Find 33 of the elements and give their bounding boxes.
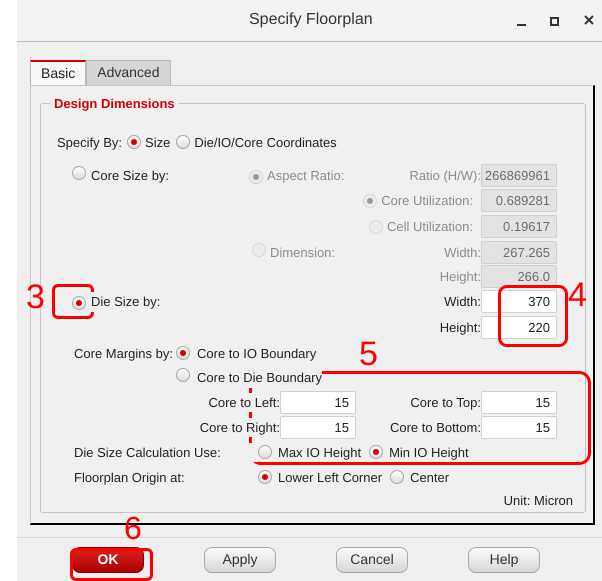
- margin-field[interactable]: 15: [280, 416, 356, 439]
- annotation-number: 4: [568, 278, 587, 312]
- radio-button[interactable]: [72, 296, 86, 310]
- field-label: Core to Die Boundary: [197, 368, 322, 388]
- field-label: Die Size Calculation Use:: [74, 442, 258, 462]
- dialog-button[interactable]: Help: [468, 546, 540, 573]
- annotation-number: 5: [359, 337, 378, 371]
- annotation-box: [498, 285, 568, 347]
- tab[interactable]: Basic: [30, 60, 86, 85]
- margin-field[interactable]: 15: [481, 416, 557, 439]
- maximize-icon[interactable]: [550, 17, 559, 26]
- radio-button[interactable]: [258, 470, 272, 484]
- die-height-field[interactable]: 220: [481, 316, 557, 340]
- close-icon[interactable]: [583, 14, 595, 26]
- radio-button[interactable]: [390, 470, 404, 484]
- die-width-field[interactable]: 370: [481, 290, 557, 314]
- annotation-number: 3: [26, 280, 45, 314]
- dialog-button[interactable]: Apply: [204, 546, 276, 573]
- radio-button[interactable]: [176, 346, 190, 360]
- dialog-button[interactable]: Cancel: [336, 546, 408, 573]
- field-label: Die Size by:: [91, 292, 160, 312]
- radio-button[interactable]: [369, 445, 384, 460]
- radio-button[interactable]: [176, 368, 190, 382]
- window-title: Specify Floorplan: [249, 10, 373, 30]
- radio-button[interactable]: [176, 135, 190, 150]
- field-label: Core to Left:: [208, 392, 280, 412]
- annotation-box: [52, 284, 94, 319]
- field-label: Core to Right:: [200, 418, 280, 437]
- radio-button[interactable]: [127, 135, 142, 150]
- margin-field[interactable]: 15: [481, 390, 557, 414]
- radio-button[interactable]: [258, 445, 272, 460]
- tab[interactable]: Advanced: [86, 60, 171, 85]
- margin-field[interactable]: 15: [280, 390, 356, 414]
